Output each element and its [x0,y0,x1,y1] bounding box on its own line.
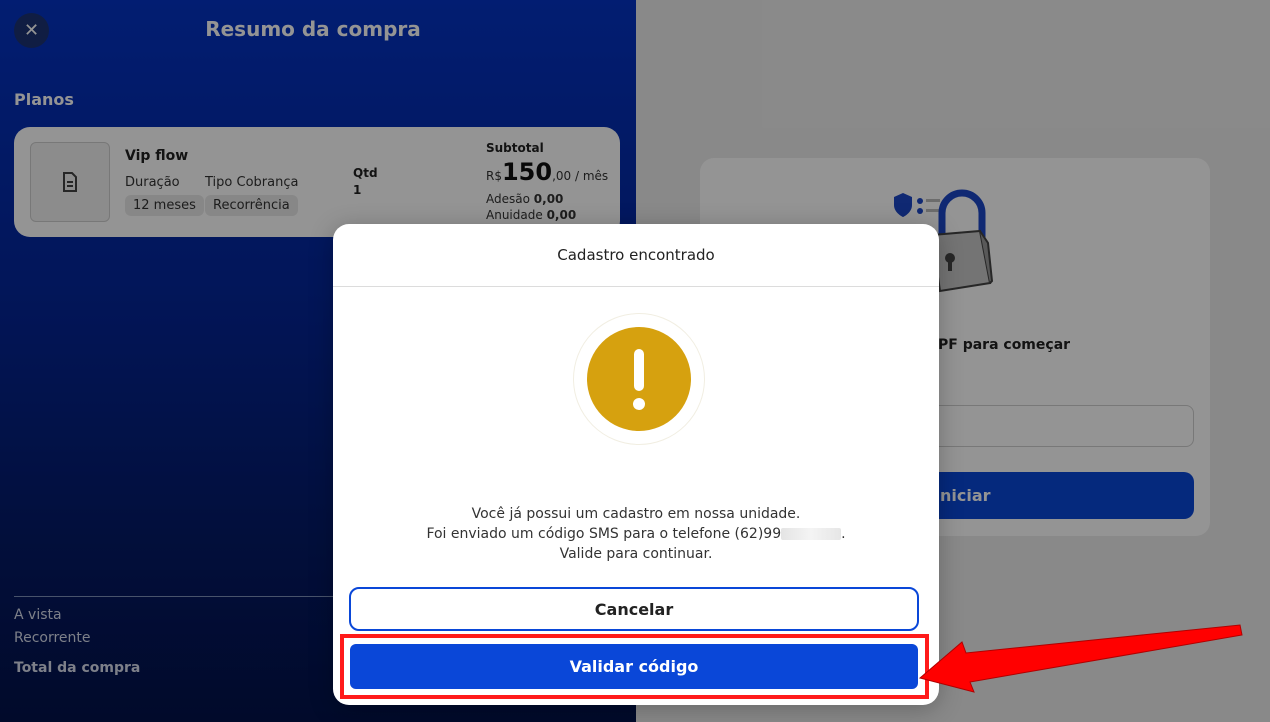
modal-divider [333,286,939,287]
registration-found-modal: Cadastro encontrado Você já possui um ca… [333,224,939,705]
warning-icon [587,327,691,431]
message-line-3: Valide para continuar. [559,546,713,562]
message-line-2-end: . [841,526,846,542]
redacted-phone [781,528,842,540]
message-line-1: Você já possui um cadastro em nossa unid… [471,506,801,522]
highlight-box [340,634,929,699]
modal-message: Você já possui um cadastro em nossa unid… [333,504,939,564]
message-line-2: Foi enviado um código SMS para o telefon… [333,524,939,544]
cancel-button[interactable]: Cancelar [349,587,919,631]
modal-title: Cadastro encontrado [557,246,715,264]
message-line-2-text: Foi enviado um código SMS para o telefon… [426,526,782,542]
pointer-arrow-icon [918,624,1243,693]
